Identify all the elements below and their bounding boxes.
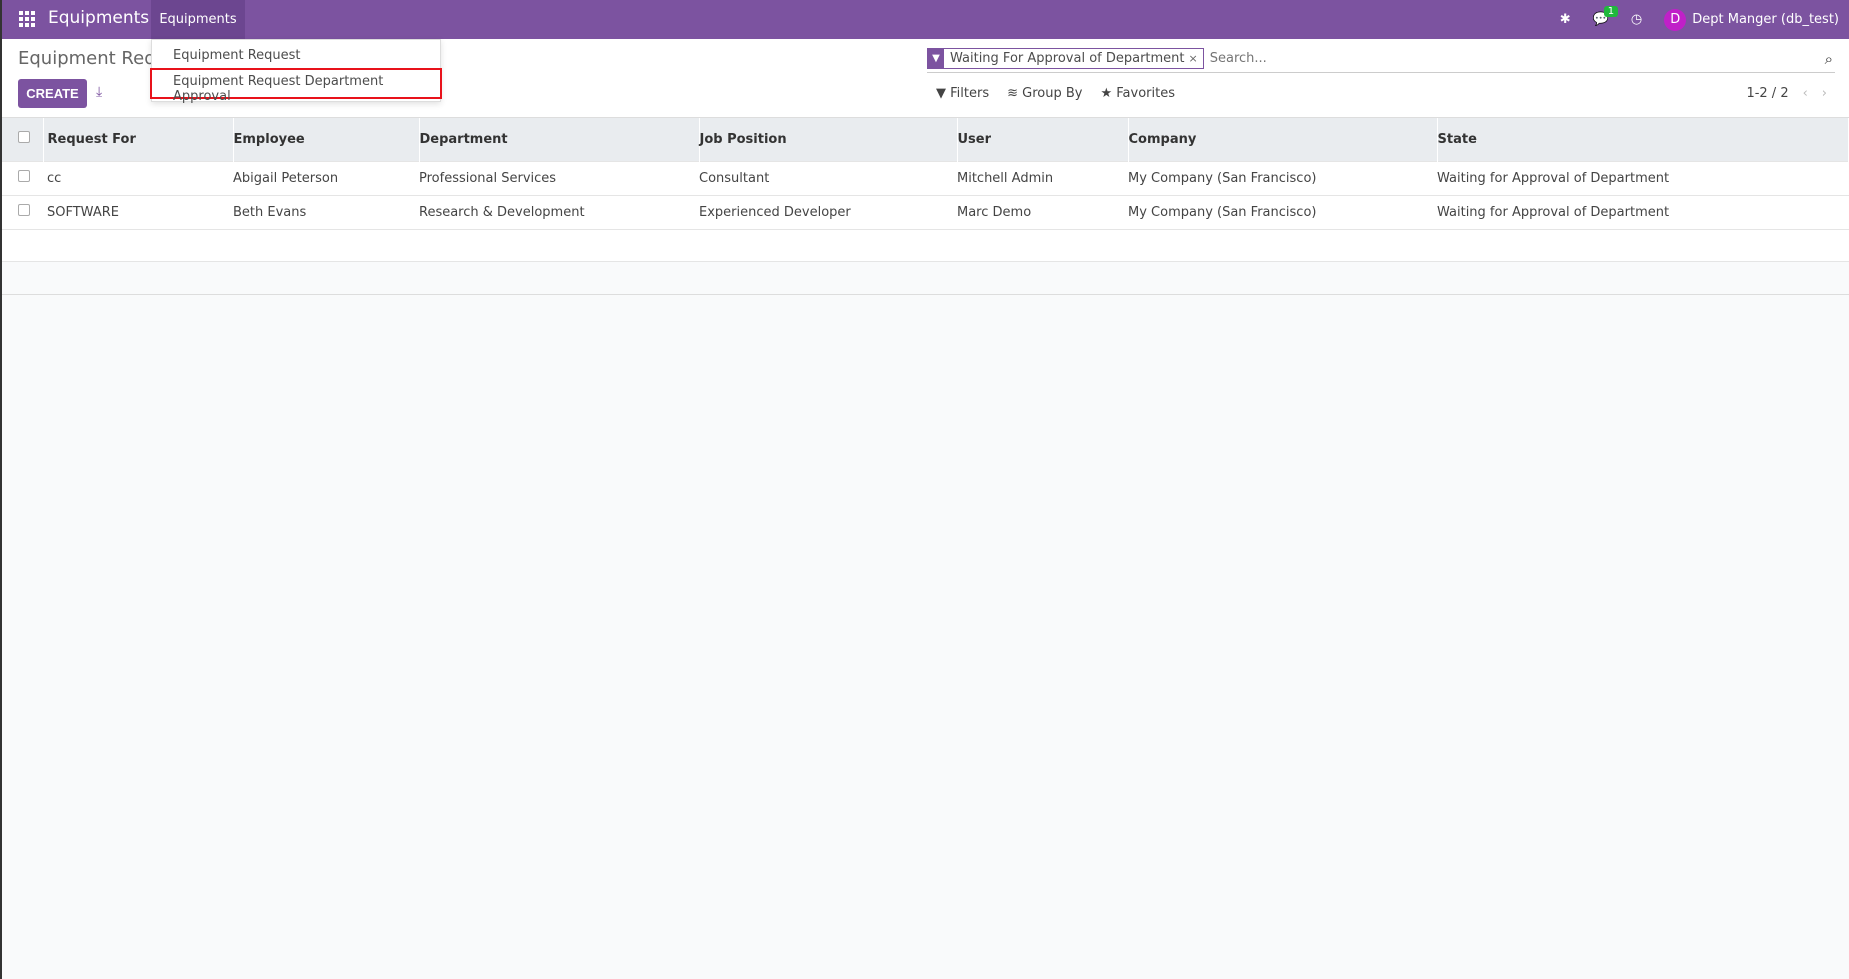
cell-company: My Company (San Francisco) bbox=[1128, 160, 1437, 195]
column-header[interactable]: Job Position bbox=[699, 118, 958, 161]
top-navbar: Equipments Equipments ✱ 💬 1 ◷ D Dept Mange… bbox=[2, 0, 1849, 39]
column-header[interactable]: Company bbox=[1128, 118, 1438, 161]
equipments-dropdown: Equipment Request Equipment Request Depa… bbox=[150, 39, 442, 104]
pager-value[interactable]: 1-2 / 2 bbox=[1746, 86, 1788, 101]
column-header[interactable]: Department bbox=[419, 118, 700, 161]
facet-label: Waiting For Approval of Department bbox=[950, 51, 1185, 66]
cell-user: Marc Demo bbox=[957, 194, 1128, 229]
column-header[interactable]: User bbox=[957, 118, 1129, 161]
cell-request-for: SOFTWARE bbox=[43, 194, 233, 229]
empty-row bbox=[2, 228, 1849, 261]
table-footer bbox=[2, 260, 1849, 295]
table-header: Request For Employee Department Job Posi… bbox=[2, 118, 1849, 161]
list-table: Request For Employee Department Job Posi… bbox=[2, 118, 1849, 295]
menu-item-equipment-request[interactable]: Equipment Request bbox=[173, 48, 301, 63]
search-icon[interactable]: ⌕ bbox=[1825, 50, 1833, 68]
cell-job-position: Consultant bbox=[699, 160, 957, 195]
filter-icon: ▼ bbox=[928, 49, 944, 68]
column-header[interactable]: Request For bbox=[43, 118, 234, 161]
cell-department: Professional Services bbox=[419, 160, 699, 195]
group-by-button[interactable]: ≋ Group By bbox=[1007, 86, 1082, 101]
select-all-checkbox[interactable] bbox=[18, 131, 30, 144]
cell-company: My Company (San Francisco) bbox=[1128, 194, 1437, 229]
cell-state: Waiting for Approval of Department bbox=[1437, 160, 1849, 195]
cell-job-position: Experienced Developer bbox=[699, 194, 957, 229]
row-checkbox[interactable] bbox=[18, 170, 30, 182]
search-input[interactable] bbox=[1209, 51, 1825, 66]
user-menu[interactable]: D Dept Manger (db_test) bbox=[1664, 8, 1839, 31]
column-header[interactable]: State bbox=[1437, 118, 1849, 161]
menu-equipments[interactable]: Equipments bbox=[151, 0, 245, 39]
cell-employee: Abigail Peterson bbox=[233, 160, 419, 195]
page-title: Equipment Requ bbox=[18, 48, 168, 69]
facet-remove-button[interactable]: × bbox=[1189, 52, 1203, 65]
cell-state: Waiting for Approval of Department bbox=[1437, 194, 1849, 229]
cell-employee: Beth Evans bbox=[233, 194, 419, 229]
table-row[interactable]: SOFTWARE Beth Evans Research & Developme… bbox=[2, 194, 1849, 229]
row-checkbox[interactable] bbox=[18, 204, 30, 216]
favorites-label: Favorites bbox=[1116, 86, 1175, 101]
create-button[interactable]: CREATE bbox=[18, 79, 87, 108]
group-by-label: Group By bbox=[1022, 86, 1083, 101]
search-bar: ▼ Waiting For Approval of Department × ⌕ bbox=[927, 45, 1835, 73]
activity-clock-icon[interactable]: ◷ bbox=[1631, 12, 1642, 27]
cell-department: Research & Development bbox=[419, 194, 699, 229]
messages-icon[interactable]: 💬 1 bbox=[1593, 6, 1619, 27]
user-name: Dept Manger (db_test) bbox=[1692, 12, 1839, 27]
filter-facet: ▼ Waiting For Approval of Department × bbox=[927, 48, 1204, 69]
pager-next-icon[interactable]: › bbox=[1822, 86, 1827, 101]
avatar: D bbox=[1664, 8, 1687, 31]
pager-prev-icon[interactable]: ‹ bbox=[1803, 86, 1808, 101]
filters-label: Filters bbox=[950, 86, 990, 101]
download-icon[interactable]: ⤓ bbox=[96, 84, 102, 100]
menu-item-department-approval[interactable]: Equipment Request Department Approval bbox=[173, 74, 440, 104]
apps-grid-icon[interactable] bbox=[19, 11, 35, 27]
column-header[interactable]: Employee bbox=[233, 118, 420, 161]
app-title: Equipments bbox=[48, 8, 150, 28]
table-row[interactable]: cc Abigail Peterson Professional Service… bbox=[2, 160, 1849, 195]
cell-request-for: cc bbox=[43, 160, 233, 195]
favorites-button[interactable]: ★ Favorites bbox=[1100, 86, 1175, 101]
messages-badge: 1 bbox=[1603, 6, 1619, 17]
filters-button[interactable]: ▼ Filters bbox=[936, 86, 989, 101]
cell-user: Mitchell Admin bbox=[957, 160, 1128, 195]
debug-bug-icon[interactable]: ✱ bbox=[1560, 12, 1571, 27]
